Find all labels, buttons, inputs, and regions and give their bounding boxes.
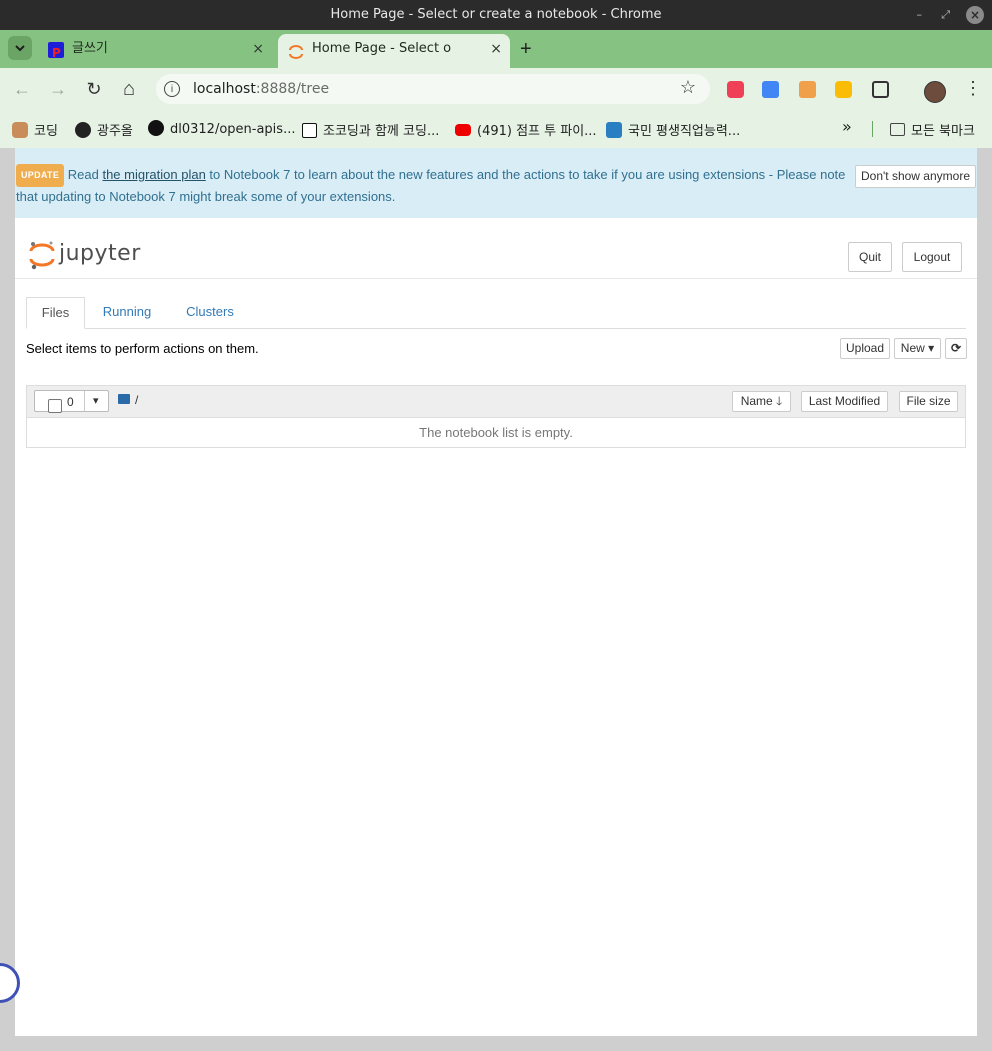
google-translate-icon[interactable] — [762, 81, 779, 98]
notion-icon — [302, 123, 317, 138]
notebook-list: 0 ▾ / Name 🡓 Last Modified File size The… — [26, 385, 966, 448]
keep-icon[interactable] — [835, 81, 852, 98]
sort-by-size-button[interactable]: File size — [899, 391, 958, 412]
bookmark-item[interactable]: 코딩 — [12, 120, 58, 139]
folder-icon[interactable] — [118, 394, 130, 404]
jupyter-page: UPDATE Read the migration plan to Notebo… — [15, 148, 977, 1036]
update-badge: UPDATE — [16, 164, 65, 187]
new-dropdown-button[interactable]: New ▾ — [894, 338, 941, 359]
tab-clusters[interactable]: Clusters — [175, 297, 245, 328]
quit-button[interactable]: Quit — [848, 242, 892, 272]
tab-running[interactable]: Running — [92, 297, 162, 328]
tab-jupyter-home[interactable]: Home Page - Select or create a notebook … — [278, 34, 510, 68]
select-menu-caret-icon[interactable]: ▾ — [93, 394, 99, 407]
dog-icon — [12, 122, 28, 138]
tab-close-icon[interactable]: × — [252, 34, 264, 64]
minimize-icon[interactable]: – — [917, 0, 923, 30]
profile-avatar[interactable] — [924, 81, 946, 103]
select-all-group: 0 ▾ — [34, 390, 109, 413]
maximize-icon[interactable]: ⤢ — [941, 0, 950, 30]
swirl-icon — [606, 122, 622, 138]
window-title: Home Page - Select or create a notebook … — [330, 7, 662, 22]
bookmark-item[interactable]: (491) 점프 투 파이... — [455, 120, 597, 139]
select-all-checkbox[interactable] — [48, 399, 62, 413]
url-text[interactable]: localhost:8888/tree — [193, 74, 329, 104]
address-bar[interactable]: i localhost:8888/tree ☆ — [156, 74, 710, 104]
jupyter-logo-icon[interactable] — [29, 240, 55, 270]
current-path[interactable]: / — [135, 393, 138, 407]
banner-message: UPDATE Read the migration plan to Notebo… — [16, 164, 856, 206]
window-close-icon[interactable]: × — [966, 6, 984, 24]
site-info-icon[interactable]: i — [164, 81, 180, 97]
sort-by-modified-button[interactable]: Last Modified — [801, 391, 888, 412]
tab-files[interactable]: Files — [26, 297, 85, 329]
group-divider — [84, 391, 85, 411]
extensions-puzzle-icon[interactable] — [872, 81, 889, 98]
logout-button[interactable]: Logout — [902, 242, 962, 272]
globe-icon — [75, 122, 91, 138]
github-icon — [148, 120, 164, 136]
folder-icon — [890, 123, 905, 136]
tab-label: 글쓰기 — [72, 41, 108, 56]
bookmark-item[interactable]: dl0312/open-apis... — [148, 120, 295, 137]
bookmarks-overflow-icon[interactable]: » — [842, 117, 852, 136]
all-bookmarks-button[interactable]: 모든 북마크 — [890, 120, 975, 139]
arrow-down-icon: 🡓 — [776, 394, 783, 408]
bookmarks-bar: 코딩 광주올 dl0312/open-apis... 조코딩과 함께 코딩...… — [0, 110, 992, 148]
browser-toolbar: ← → ↻ ⌂ i localhost:8888/tree ☆ ⋮ — [0, 68, 992, 110]
bookmark-item[interactable]: 광주올 — [75, 120, 133, 139]
refresh-icon[interactable]: ⟳ — [945, 338, 967, 359]
jupyter-header: jupyter Quit Logout — [15, 218, 977, 279]
tab-close-icon[interactable]: × — [490, 34, 502, 64]
dont-show-anymore-button[interactable]: Don't show anymore — [855, 165, 976, 188]
selection-hint: Select items to perform actions on them. — [26, 341, 259, 356]
list-header: 0 ▾ / Name 🡓 Last Modified File size — [27, 386, 965, 418]
bookmark-star-icon[interactable]: ☆ — [680, 77, 696, 98]
bookmark-item[interactable]: 조코딩과 함께 코딩... — [302, 120, 439, 139]
update-banner: UPDATE Read the migration plan to Notebo… — [15, 148, 977, 218]
tab-strip: P 글쓰기 × Home Page - Select or create a n… — [0, 30, 992, 68]
new-tab-button[interactable]: + — [520, 34, 532, 64]
sort-by-name-button[interactable]: Name 🡓 — [732, 391, 791, 412]
tab-search-icon[interactable] — [8, 36, 32, 60]
forward-icon[interactable]: → — [47, 78, 69, 100]
tab-writing[interactable]: P 글쓰기 × — [38, 34, 272, 68]
jupyter-favicon-icon — [288, 42, 304, 59]
svg-text:P: P — [52, 46, 61, 60]
migration-plan-link[interactable]: the migration plan — [102, 167, 205, 182]
selected-count: 0 — [67, 395, 74, 409]
p-favicon-icon: P — [48, 42, 64, 60]
chrome-menu-icon[interactable]: ⋮ — [964, 78, 982, 99]
extension-layout-icon[interactable] — [799, 81, 816, 98]
window-titlebar: Home Page - Select or create a notebook … — [0, 0, 992, 30]
upload-button[interactable]: Upload — [840, 338, 890, 359]
empty-list-message: The notebook list is empty. — [419, 425, 573, 440]
home-icon[interactable]: ⌂ — [118, 78, 140, 100]
bookmark-item[interactable]: 국민 평생직업능력... — [606, 120, 740, 139]
pocket-icon[interactable] — [727, 81, 744, 98]
caret-down-icon: ▾ — [928, 341, 935, 355]
bookmarks-divider — [872, 121, 873, 137]
back-icon[interactable]: ← — [11, 78, 33, 100]
youtube-icon — [455, 124, 471, 136]
tab-label: Home Page - Select or create a notebook — [312, 41, 452, 56]
reload-icon[interactable]: ↻ — [83, 78, 105, 100]
notebook-tabs: Files Running Clusters — [26, 297, 966, 329]
jupyter-logo-text[interactable]: jupyter — [59, 241, 141, 266]
